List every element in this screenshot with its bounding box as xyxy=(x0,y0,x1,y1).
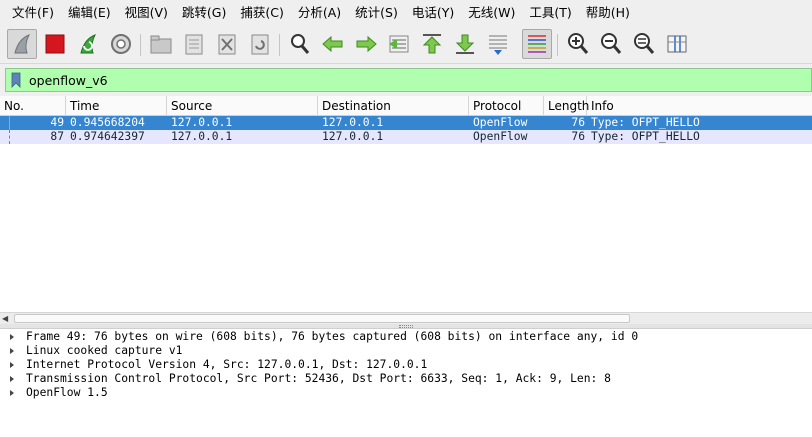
detail-text: Frame 49: 76 bytes on wire (608 bits), 7… xyxy=(26,330,639,343)
menu-statistics[interactable]: 统计(S) xyxy=(348,0,405,26)
auto-scroll-icon[interactable] xyxy=(483,29,513,59)
menu-tools[interactable]: 工具(T) xyxy=(522,0,578,26)
detail-row-openflow[interactable]: OpenFlow 1.5 xyxy=(0,386,812,400)
find-packet-icon[interactable] xyxy=(285,29,315,59)
resize-columns-icon[interactable] xyxy=(662,29,692,59)
expand-arrow-icon[interactable] xyxy=(10,334,14,340)
detail-text: OpenFlow 1.5 xyxy=(26,386,108,399)
packet-time: 0.974642397 xyxy=(70,130,145,143)
packet-row[interactable]: 87 0.974642397 127.0.0.1 127.0.0.1 OpenF… xyxy=(0,130,812,144)
menu-view[interactable]: 视图(V) xyxy=(118,0,175,26)
menu-telephony[interactable]: 电话(Y) xyxy=(405,0,461,26)
toolbar-separator xyxy=(557,34,558,56)
display-filter-input[interactable]: openflow_v6 xyxy=(5,68,812,92)
packet-destination: 127.0.0.1 xyxy=(322,116,384,129)
column-header-no[interactable]: No. xyxy=(0,96,66,116)
packet-row-selected[interactable]: 49 0.945668204 127.0.0.1 127.0.0.1 OpenF… xyxy=(0,116,812,130)
packet-no: 87 xyxy=(50,130,64,143)
bookmark-icon[interactable] xyxy=(10,71,22,89)
go-back-icon[interactable] xyxy=(318,29,348,59)
packet-time: 0.945668204 xyxy=(70,116,145,129)
column-header-source[interactable]: Source xyxy=(167,96,318,116)
packet-details: Frame 49: 76 bytes on wire (608 bits), 7… xyxy=(0,329,812,437)
packet-length: 76 xyxy=(571,116,585,129)
go-forward-icon[interactable] xyxy=(351,29,381,59)
horizontal-scrollbar[interactable]: ◀ xyxy=(0,312,812,324)
zoom-out-icon[interactable] xyxy=(596,29,626,59)
packet-list-header: No. Time Source Destination Protocol Len… xyxy=(0,96,812,116)
packet-source: 127.0.0.1 xyxy=(171,130,233,143)
menu-edit[interactable]: 编辑(E) xyxy=(61,0,118,26)
detail-row-ipv4[interactable]: Internet Protocol Version 4, Src: 127.0.… xyxy=(0,358,812,372)
menu-bar: 文件(F) 编辑(E) 视图(V) 跳转(G) 捕获(C) 分析(A) 统计(S… xyxy=(0,0,812,26)
go-last-icon[interactable] xyxy=(450,29,480,59)
packet-no: 49 xyxy=(50,116,64,129)
column-header-info[interactable]: Info xyxy=(587,96,812,116)
detail-row-linux-cooked[interactable]: Linux cooked capture v1 xyxy=(0,344,812,358)
expand-arrow-icon[interactable] xyxy=(10,390,14,396)
detail-text: Transmission Control Protocol, Src Port:… xyxy=(26,372,611,385)
scrollbar-thumb[interactable] xyxy=(14,314,630,323)
detail-row-frame[interactable]: Frame 49: 76 bytes on wire (608 bits), 7… xyxy=(0,330,812,344)
detail-text: Internet Protocol Version 4, Src: 127.0.… xyxy=(26,358,428,371)
toolbar-separator xyxy=(140,34,141,56)
packet-destination: 127.0.0.1 xyxy=(322,130,384,143)
packet-protocol: OpenFlow xyxy=(473,130,528,143)
expand-arrow-icon[interactable] xyxy=(10,348,14,354)
stop-capture-icon[interactable] xyxy=(40,29,70,59)
column-header-protocol[interactable]: Protocol xyxy=(469,96,544,116)
menu-capture[interactable]: 捕获(C) xyxy=(233,0,290,26)
expand-arrow-icon[interactable] xyxy=(10,376,14,382)
restart-capture-icon[interactable] xyxy=(73,29,103,59)
packet-info: Type: OFPT_HELLO xyxy=(591,130,700,143)
splitter-grip-icon[interactable] xyxy=(399,325,413,328)
go-first-icon[interactable] xyxy=(417,29,447,59)
packet-list: No. Time Source Destination Protocol Len… xyxy=(0,96,812,324)
expand-arrow-icon[interactable] xyxy=(10,362,14,368)
column-header-time[interactable]: Time xyxy=(66,96,167,116)
menu-analyze[interactable]: 分析(A) xyxy=(291,0,348,26)
save-file-icon[interactable] xyxy=(179,29,209,59)
packet-info: Type: OFPT_HELLO xyxy=(591,116,700,129)
detail-row-tcp[interactable]: Transmission Control Protocol, Src Port:… xyxy=(0,372,812,386)
packet-length: 76 xyxy=(571,130,585,143)
colorize-icon[interactable] xyxy=(522,29,552,59)
filter-text[interactable]: openflow_v6 xyxy=(29,73,108,88)
column-header-length[interactable]: Length xyxy=(544,96,589,116)
close-file-icon[interactable] xyxy=(212,29,242,59)
go-to-packet-icon[interactable] xyxy=(384,29,414,59)
shark-fin-start-icon[interactable] xyxy=(7,29,37,59)
zoom-in-icon[interactable] xyxy=(563,29,593,59)
scroll-left-icon[interactable]: ◀ xyxy=(2,314,8,323)
capture-options-icon[interactable] xyxy=(106,29,136,59)
menu-go[interactable]: 跳转(G) xyxy=(175,0,233,26)
toolbar-separator xyxy=(279,34,280,56)
reload-file-icon[interactable] xyxy=(245,29,275,59)
zoom-normal-icon[interactable] xyxy=(629,29,659,59)
menu-wireless[interactable]: 无线(W) xyxy=(461,0,522,26)
open-file-icon[interactable] xyxy=(146,29,176,59)
packet-protocol: OpenFlow xyxy=(473,116,528,129)
menu-help[interactable]: 帮助(H) xyxy=(579,0,637,26)
display-filter-bar: openflow_v6 xyxy=(0,65,812,95)
menu-file[interactable]: 文件(F) xyxy=(5,0,61,26)
column-header-destination[interactable]: Destination xyxy=(318,96,469,116)
detail-text: Linux cooked capture v1 xyxy=(26,344,183,357)
main-toolbar xyxy=(0,26,812,64)
packet-source: 127.0.0.1 xyxy=(171,116,233,129)
